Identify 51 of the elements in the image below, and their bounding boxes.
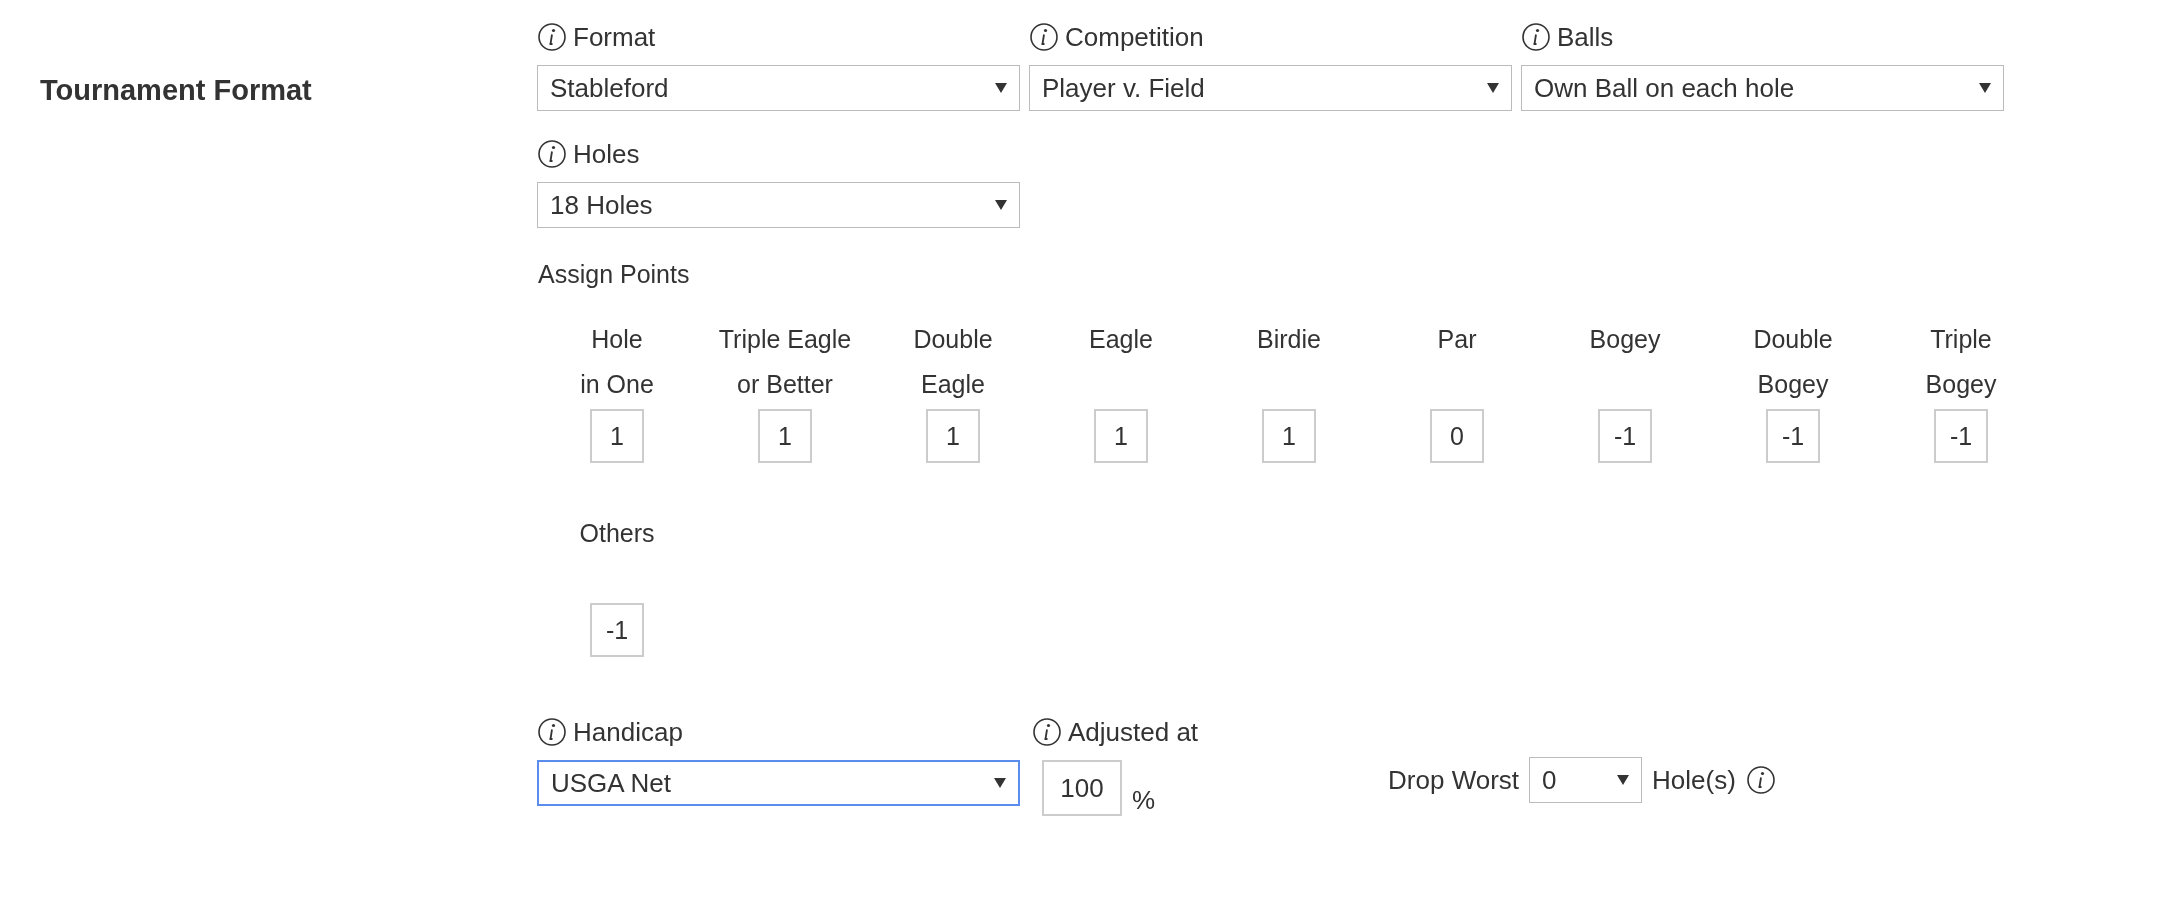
info-icon[interactable]	[1029, 22, 1059, 52]
points-input[interactable]: 1	[1262, 409, 1316, 463]
caret-icon	[1979, 83, 1991, 93]
dropdown[interactable]: Stableford	[537, 65, 1020, 111]
score-label: Eagle	[1089, 324, 1153, 355]
score-label: Triple Bogey	[1925, 324, 1997, 400]
score-label: Birdie	[1257, 324, 1321, 355]
unit-label: Hole(s)	[1652, 764, 1736, 796]
score-label: Triple Eagle or Better	[718, 324, 852, 400]
caret-icon	[1487, 83, 1499, 93]
info-icon[interactable]	[537, 22, 567, 52]
caret-icon	[994, 778, 1006, 788]
assign-points-label: Assign Points	[538, 260, 691, 289]
score-label: Bogey	[1589, 324, 1661, 355]
points-input[interactable]: 0	[1430, 409, 1484, 463]
unit-label: %	[1132, 785, 1156, 816]
score-label: Double Eagle	[913, 324, 993, 400]
points-input[interactable]: 1	[758, 409, 812, 463]
score-label: Par	[1437, 324, 1477, 355]
score-label: Double Bogey	[1753, 324, 1833, 400]
dropdown[interactable]: USGA Net	[537, 760, 1020, 806]
field-label: Adjusted at	[1068, 716, 1199, 748]
field-label: Competition	[1065, 21, 1204, 53]
percent-input[interactable]: 100	[1042, 760, 1122, 816]
caret-icon	[1617, 775, 1630, 785]
points-input[interactable]: -1	[1598, 409, 1652, 463]
caret-icon	[995, 200, 1007, 210]
info-icon[interactable]	[537, 717, 567, 747]
info-icon[interactable]	[1032, 717, 1062, 747]
dropdown[interactable]: Player v. Field	[1029, 65, 1512, 111]
field-label: Holes	[573, 138, 640, 170]
section-title: Tournament Format	[40, 74, 312, 106]
dropdown[interactable]: Own Ball on each hole	[1521, 65, 2004, 111]
info-icon[interactable]	[1521, 22, 1551, 52]
points-input[interactable]: -1	[1934, 409, 1988, 463]
drop-worst-label: Drop Worst	[1388, 764, 1520, 796]
info-icon[interactable]	[1745, 765, 1776, 795]
field-label: Format	[573, 21, 656, 53]
score-label: Others	[579, 518, 655, 549]
points-input[interactable]: 1	[926, 409, 980, 463]
dropdown[interactable]: 0	[1529, 757, 1643, 803]
points-input[interactable]: -1	[1766, 409, 1820, 463]
points-input[interactable]: 1	[590, 409, 644, 463]
score-label: Hole in One	[580, 324, 654, 400]
field-label: Balls	[1557, 21, 1614, 53]
field-label: Handicap	[573, 716, 683, 748]
points-input[interactable]: -1	[590, 603, 644, 657]
dropdown[interactable]: 18 Holes	[537, 182, 1020, 228]
info-icon[interactable]	[537, 139, 567, 169]
points-input[interactable]: 1	[1094, 409, 1148, 463]
caret-icon	[995, 83, 1007, 93]
